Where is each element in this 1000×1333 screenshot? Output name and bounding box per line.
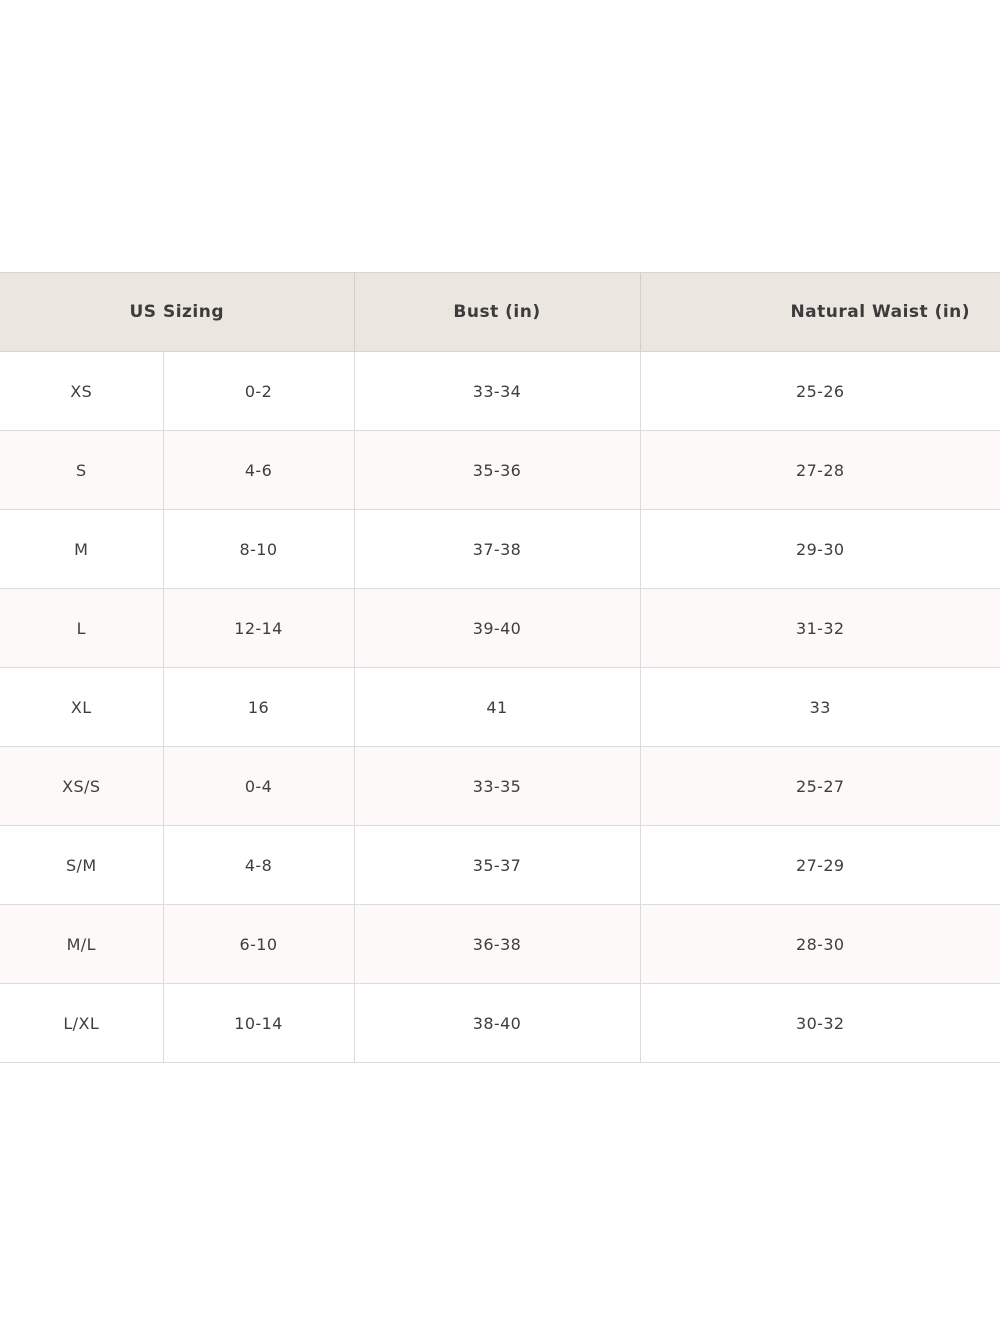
bust-cell: 33-35: [353, 746, 640, 826]
bust-cell: 35-37: [353, 825, 640, 905]
table-row: L 12-14 39-40 31-32: [0, 588, 1000, 668]
table-row: L/XL 10-14 38-40 30-32: [0, 983, 1000, 1063]
waist-cell: 33: [639, 667, 1000, 747]
table-row: XL 16 41 33: [0, 667, 1000, 747]
size-label-cell: L/XL: [0, 983, 163, 1063]
size-label-cell: S/M: [0, 825, 163, 905]
table-row: S/M 4-8 35-37 27-29: [0, 825, 1000, 905]
natural-waist-header: Natural Waist (in): [639, 272, 1000, 352]
size-label-cell: M: [0, 509, 163, 589]
waist-cell: 30-32: [639, 983, 1000, 1063]
us-size-cell: 8-10: [162, 509, 354, 589]
us-size-cell: 0-2: [162, 351, 354, 431]
bust-cell: 33-34: [353, 351, 640, 431]
table-row: M/L 6-10 36-38 28-30: [0, 904, 1000, 984]
size-label-cell: XL: [0, 667, 163, 747]
waist-cell: 31-32: [639, 588, 1000, 668]
bust-cell: 39-40: [353, 588, 640, 668]
table-row: XS/S 0-4 33-35 25-27: [0, 746, 1000, 826]
us-sizing-header: US Sizing: [0, 272, 354, 352]
bust-header: Bust (in): [353, 272, 640, 352]
waist-cell: 29-30: [639, 509, 1000, 589]
waist-cell: 27-29: [639, 825, 1000, 905]
us-size-cell: 6-10: [162, 904, 354, 984]
bust-cell: 36-38: [353, 904, 640, 984]
waist-cell: 25-26: [639, 351, 1000, 431]
waist-cell: 27-28: [639, 430, 1000, 510]
size-chart-header: US Sizing Bust (in) Natural Waist (in): [0, 272, 1000, 352]
waist-cell: 28-30: [639, 904, 1000, 984]
waist-cell: 25-27: [639, 746, 1000, 826]
header-row: US Sizing Bust (in) Natural Waist (in): [0, 272, 1000, 352]
us-size-cell: 16: [162, 667, 354, 747]
size-label-cell: L: [0, 588, 163, 668]
us-size-cell: 4-6: [162, 430, 354, 510]
us-size-cell: 4-8: [162, 825, 354, 905]
size-chart-table: US Sizing Bust (in) Natural Waist (in) X…: [0, 272, 1000, 1063]
bust-cell: 41: [353, 667, 640, 747]
us-size-cell: 10-14: [162, 983, 354, 1063]
size-chart-body: XS 0-2 33-34 25-26 S 4-6 35-36 27-28 M 8…: [0, 351, 1000, 1063]
us-size-cell: 0-4: [162, 746, 354, 826]
size-label-cell: M/L: [0, 904, 163, 984]
size-label-cell: XS/S: [0, 746, 163, 826]
table-row: S 4-6 35-36 27-28: [0, 430, 1000, 510]
table-row: M 8-10 37-38 29-30: [0, 509, 1000, 589]
us-size-cell: 12-14: [162, 588, 354, 668]
table-row: XS 0-2 33-34 25-26: [0, 351, 1000, 431]
bust-cell: 38-40: [353, 983, 640, 1063]
size-label-cell: XS: [0, 351, 163, 431]
bust-cell: 37-38: [353, 509, 640, 589]
bust-cell: 35-36: [353, 430, 640, 510]
size-label-cell: S: [0, 430, 163, 510]
